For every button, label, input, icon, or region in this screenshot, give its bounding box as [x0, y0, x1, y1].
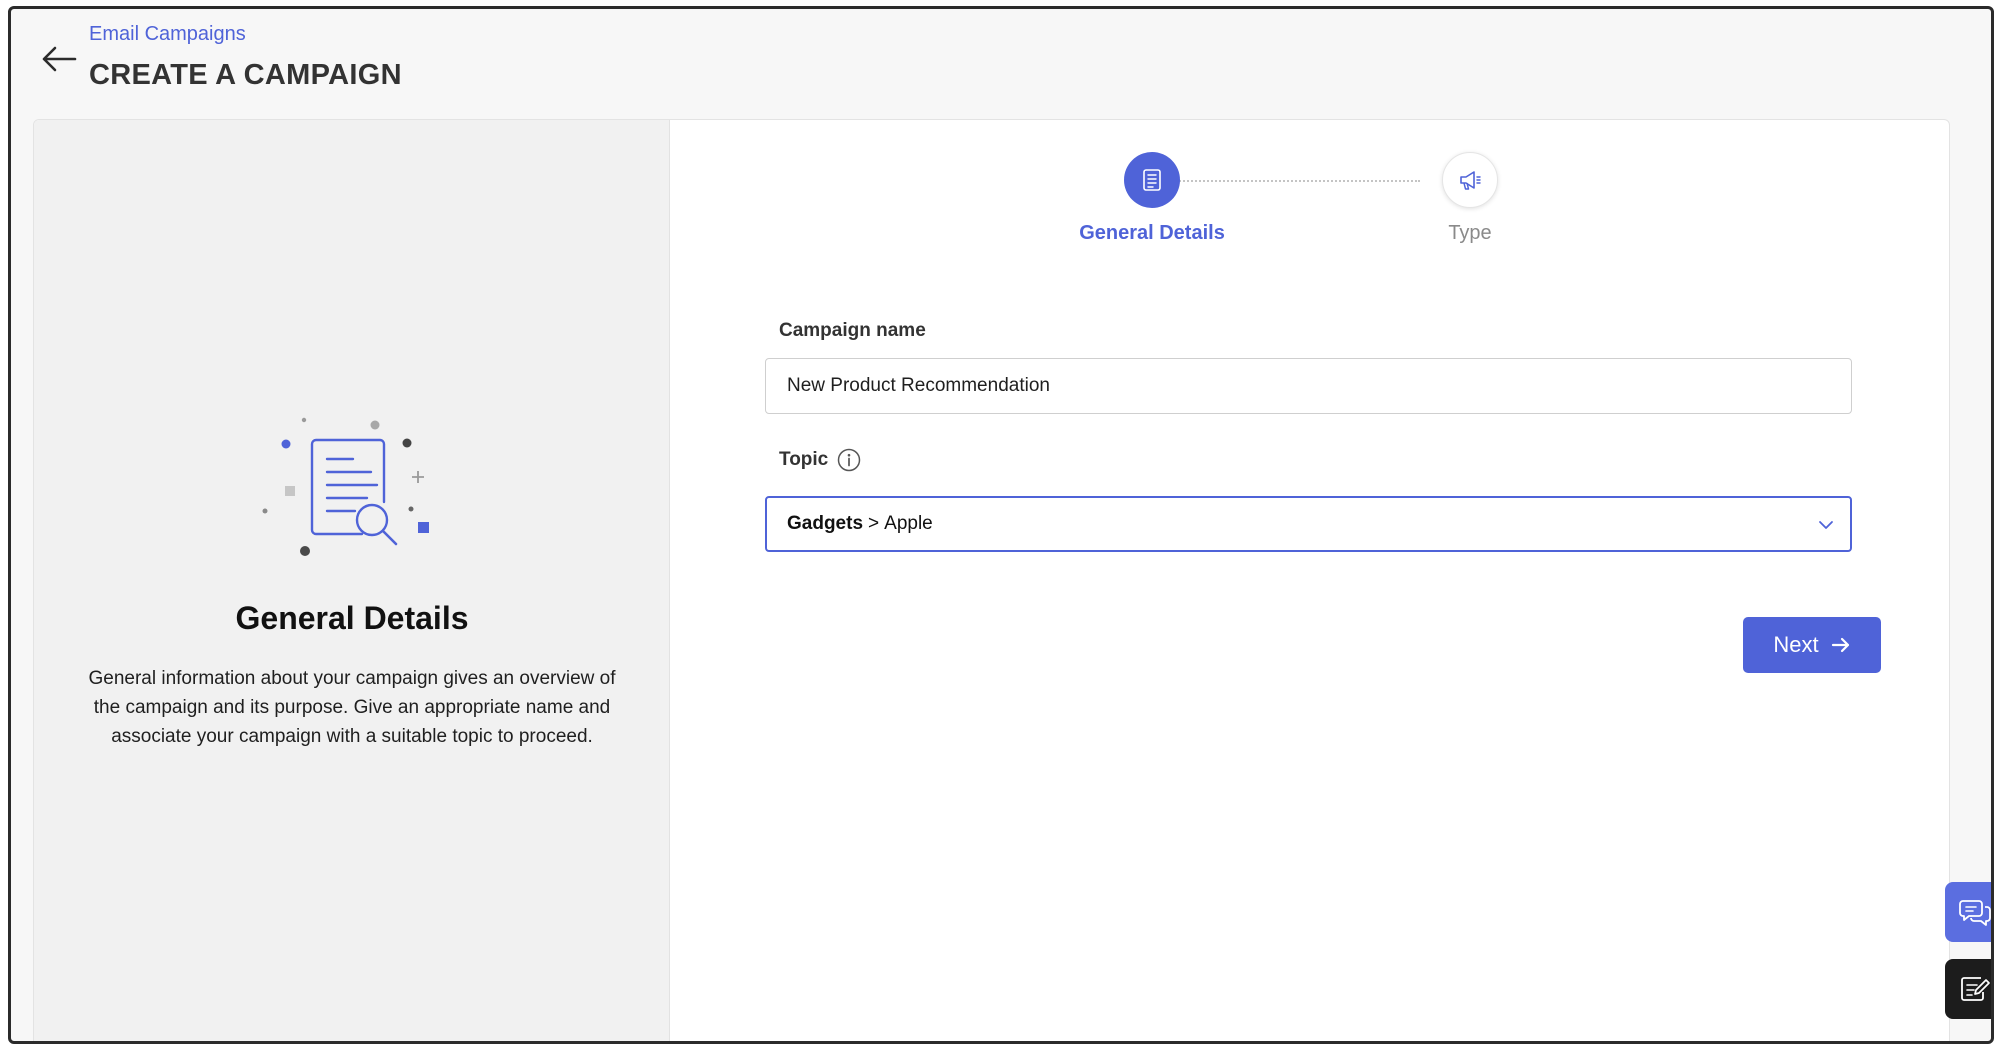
- topic-label: Topic: [779, 449, 829, 470]
- chat-button[interactable]: [1945, 882, 1991, 942]
- topic-subcategory: Apple: [884, 513, 933, 534]
- arrow-left-icon: [42, 46, 77, 72]
- list-document-icon: [1143, 169, 1161, 191]
- info-panel: General Details General information abou…: [34, 120, 670, 1041]
- panel-heading: General Details: [235, 600, 469, 636]
- back-button[interactable]: [33, 33, 85, 85]
- topic-separator: >: [868, 513, 880, 534]
- breadcrumb[interactable]: Email Campaigns: [89, 23, 246, 46]
- next-button-label: Next: [1773, 632, 1819, 657]
- megaphone-icon: [1460, 171, 1481, 190]
- app-window: Email Campaigns CREATE A CAMPAIGN Genera…: [8, 6, 1994, 1044]
- step-circle: [1124, 152, 1180, 208]
- feedback-button[interactable]: [1945, 959, 1991, 1019]
- next-button[interactable]: Next: [1743, 617, 1881, 673]
- feedback-note-icon: [1961, 977, 1990, 1001]
- step-label: General Details: [1079, 222, 1225, 244]
- info-icon[interactable]: [837, 448, 861, 472]
- page-title: CREATE A CAMPAIGN: [89, 59, 402, 91]
- document-search-icon: [262, 417, 429, 556]
- step-circle: [1442, 152, 1498, 208]
- topic-select[interactable]: Gadgets > Apple: [765, 496, 1852, 552]
- arrow-right-icon: [1831, 637, 1849, 653]
- chevron-down-icon: [1819, 521, 1833, 529]
- topic-category: Gadgets: [787, 513, 864, 534]
- step-type[interactable]: Type: [1390, 152, 1550, 245]
- stepper: General Details Type: [1072, 152, 1542, 252]
- campaign-name-input[interactable]: [765, 358, 1852, 414]
- chat-bubbles-icon: [1959, 900, 1991, 926]
- campaign-name-label: Campaign name: [779, 320, 926, 341]
- step-general-details[interactable]: General Details: [1072, 152, 1232, 245]
- panel-description: General information about your campaign …: [88, 668, 616, 747]
- step-label: Type: [1448, 222, 1492, 244]
- campaign-card: General Details General information abou…: [33, 119, 1950, 1041]
